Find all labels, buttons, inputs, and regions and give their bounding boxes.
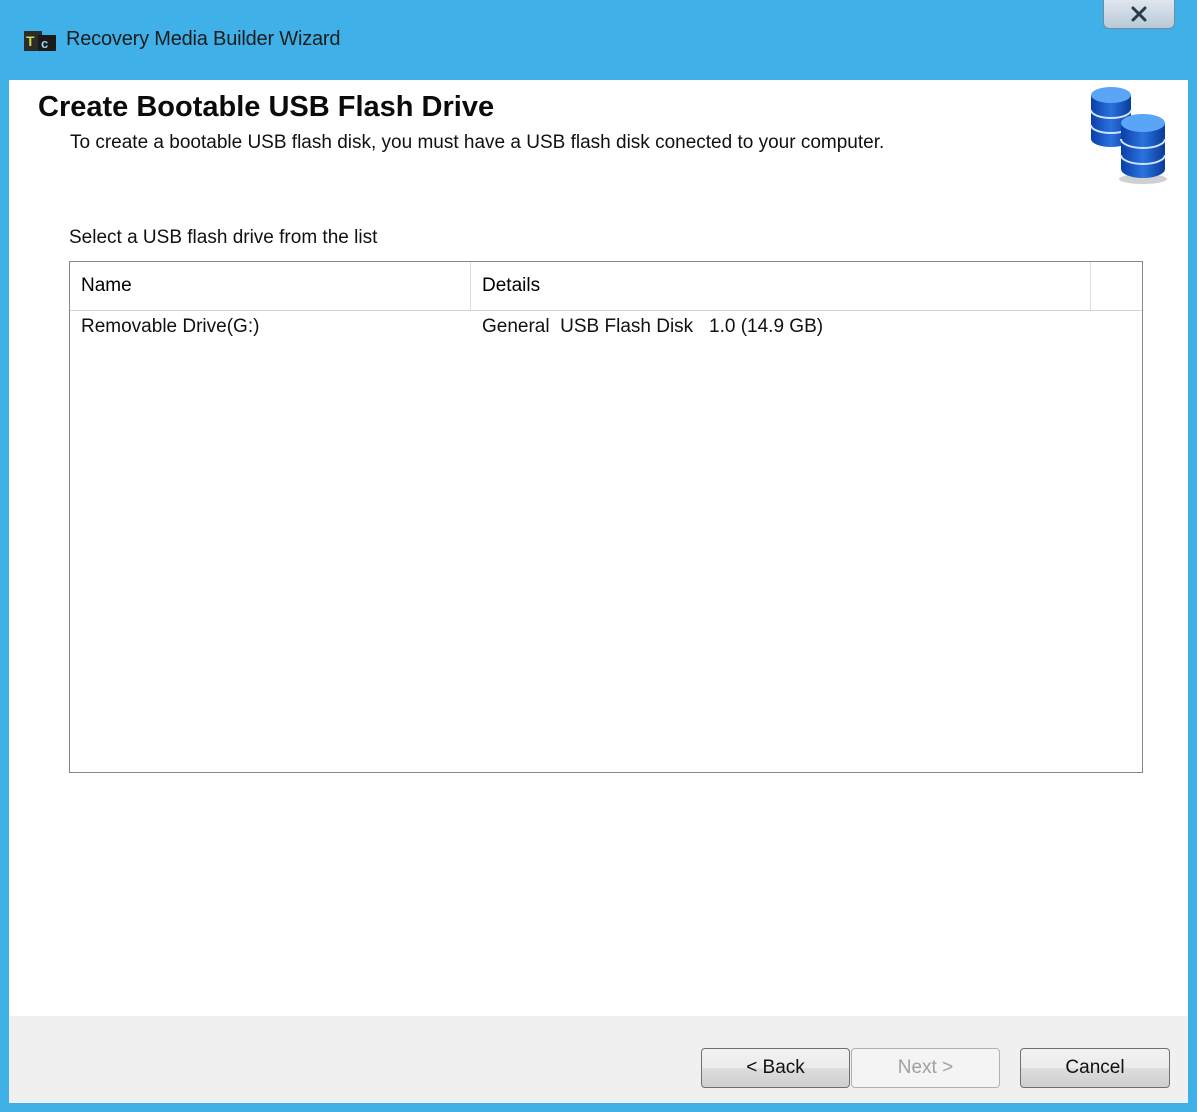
button-bar: < Back Next > Cancel [9, 1016, 1188, 1103]
page-title: Create Bootable USB Flash Drive [38, 91, 495, 123]
drive-details: General USB Flash Disk 1.0 (14.9 GB) [482, 316, 824, 337]
svg-text:T: T [26, 33, 35, 49]
next-button[interactable]: Next > [851, 1048, 1000, 1088]
column-header-filler [1091, 262, 1142, 310]
close-button[interactable] [1103, 0, 1175, 29]
page-subtitle: To create a bootable USB flash disk, you… [70, 132, 885, 153]
app-logo-icon: T c [24, 31, 56, 51]
back-button[interactable]: < Back [701, 1048, 850, 1088]
drive-list-label: Select a USB flash drive from the list [69, 227, 378, 248]
database-icon [1090, 87, 1167, 184]
list-header: Name Details [70, 262, 1142, 311]
title-bar[interactable]: T c Recovery Media Builder Wizard [0, 0, 1197, 80]
column-header-name[interactable]: Name [70, 262, 471, 310]
wizard-window: T c Recovery Media Builder Wizard Create… [0, 0, 1197, 1112]
drive-list[interactable]: Name Details Removable Drive(G:) General… [69, 261, 1143, 773]
window-title: Recovery Media Builder Wizard [66, 28, 341, 50]
column-header-details[interactable]: Details [471, 262, 1091, 310]
svg-text:c: c [41, 36, 48, 51]
cancel-button[interactable]: Cancel [1020, 1048, 1170, 1088]
drive-name: Removable Drive(G:) [81, 316, 260, 337]
wizard-content: Create Bootable USB Flash Drive To creat… [9, 80, 1188, 1103]
list-item[interactable]: Removable Drive(G:) General USB Flash Di… [70, 310, 1142, 350]
close-icon [1131, 6, 1147, 22]
